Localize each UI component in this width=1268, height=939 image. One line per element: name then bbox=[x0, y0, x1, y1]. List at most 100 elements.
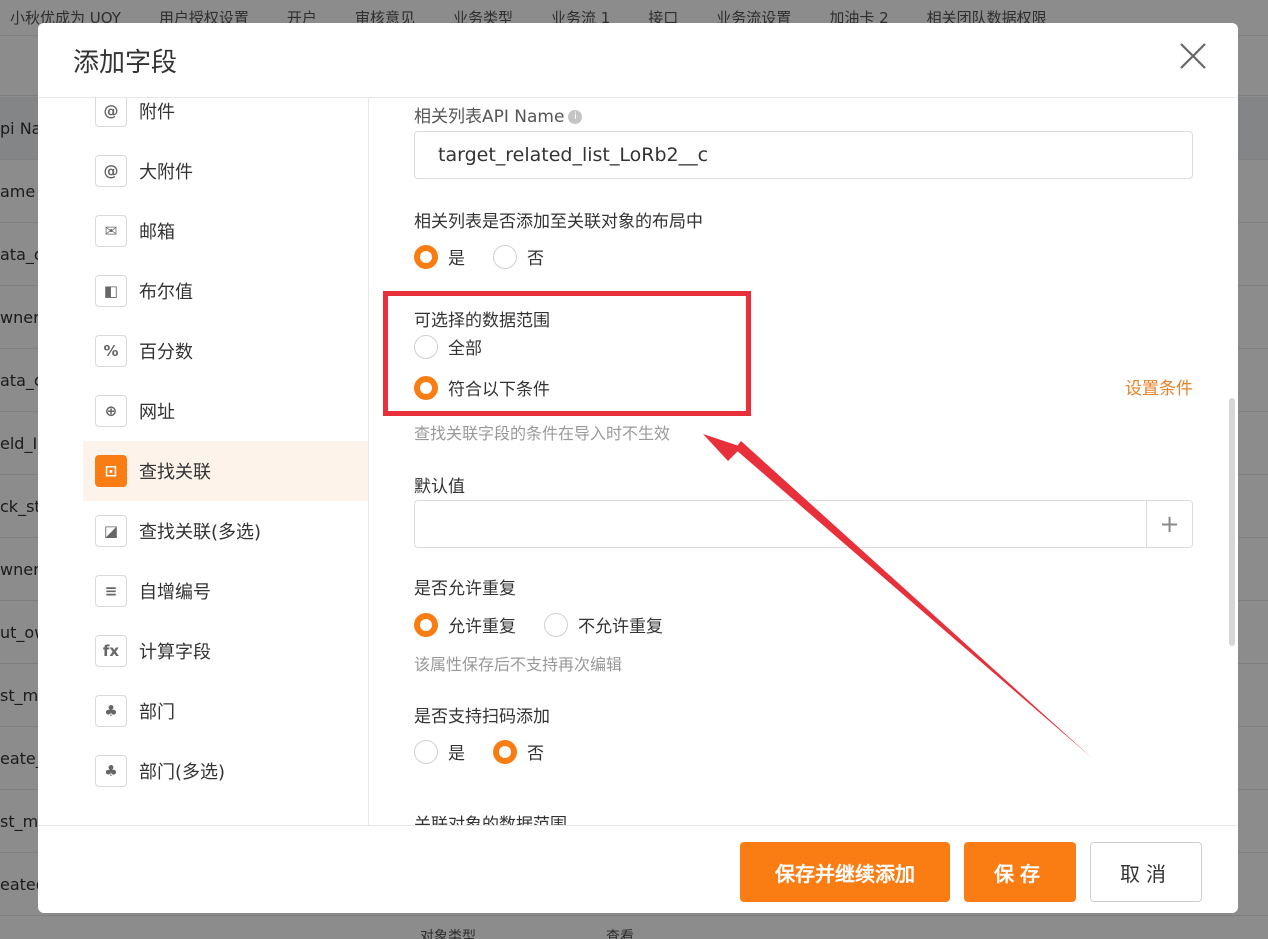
sidebar-item-label: 网址 bbox=[139, 402, 175, 423]
sidebar-item-lookup-multi[interactable]: ◪ 查找关联(多选) bbox=[83, 501, 368, 561]
icon-glyph: ♣ bbox=[104, 701, 118, 720]
email-icon: ✉ bbox=[95, 215, 127, 247]
radio-checked[interactable] bbox=[414, 375, 438, 400]
default-value-input[interactable]: + bbox=[414, 500, 1193, 548]
radio-label: 否 bbox=[527, 744, 544, 764]
sidebar-item-department-multi[interactable]: ♣ 部门(多选) bbox=[83, 741, 368, 801]
sidebar-item-percent[interactable]: % 百分数 bbox=[83, 321, 368, 381]
add-to-layout-label: 相关列表是否添加至关联对象的布局中 bbox=[414, 212, 703, 232]
sidebar-item-label: 部门 bbox=[139, 702, 175, 723]
formula-icon: fx bbox=[95, 635, 127, 667]
radio-label: 是 bbox=[448, 744, 465, 764]
radio-label: 不允许重复 bbox=[578, 617, 663, 637]
sidebar-item-email[interactable]: ✉ 邮箱 bbox=[83, 201, 368, 261]
sidebar-item-large-attachment[interactable]: @ 大附件 bbox=[83, 141, 368, 201]
icon-glyph: ✉ bbox=[104, 221, 118, 240]
modal-title: 添加字段 bbox=[73, 47, 178, 78]
close-icon[interactable] bbox=[1178, 41, 1208, 71]
radio-unchecked[interactable] bbox=[414, 739, 438, 764]
icon-glyph: fx bbox=[102, 641, 120, 660]
icon-glyph: ≡ bbox=[104, 581, 118, 600]
attachment-icon: @ bbox=[95, 98, 127, 127]
icon-glyph: @ bbox=[103, 101, 119, 120]
icon-glyph: ⊕ bbox=[104, 401, 118, 420]
sidebar-item-attachment[interactable]: @ 附件 bbox=[83, 98, 368, 141]
scrollbar[interactable] bbox=[1229, 398, 1235, 646]
sidebar-item-label: 附件 bbox=[139, 102, 175, 123]
data-range-all[interactable]: 全部 bbox=[414, 334, 482, 359]
radio-checked[interactable] bbox=[493, 739, 517, 764]
radio-label: 符合以下条件 bbox=[448, 380, 550, 400]
field-settings-panel[interactable]: 相关列表API Name i target_related_list_LoRb2_… bbox=[369, 98, 1238, 825]
radio-checked[interactable] bbox=[414, 244, 438, 269]
icon-glyph: ♣ bbox=[104, 761, 118, 780]
radio-label: 是 bbox=[448, 249, 465, 269]
department-icon: ♣ bbox=[95, 695, 127, 727]
scan-add-label: 是否支持扫码添加 bbox=[414, 707, 550, 727]
sidebar-item-boolean[interactable]: ◧ 布尔值 bbox=[83, 261, 368, 321]
data-range-all-row: 全部 bbox=[414, 334, 510, 359]
save-button[interactable]: 保存 bbox=[964, 842, 1076, 902]
allow-duplicate-hint: 该属性保存后不支持再次编辑 bbox=[414, 655, 623, 674]
lookup-icon: ⊡ bbox=[95, 455, 127, 487]
api-name-value: target_related_list_LoRb2__c bbox=[438, 144, 709, 166]
add-to-layout-radio-group: 是 否 bbox=[414, 244, 572, 269]
data-range-condition-row: 符合以下条件 bbox=[414, 375, 578, 400]
cancel-button[interactable]: 取消 bbox=[1090, 842, 1202, 902]
sidebar-item-globe[interactable]: ⊕ 网址 bbox=[83, 381, 368, 441]
sidebar-item-label: 邮箱 bbox=[139, 222, 175, 243]
allow-duplicate-label: 是否允许重复 bbox=[414, 579, 516, 599]
large-attachment-icon: @ bbox=[95, 155, 127, 187]
default-value-label: 默认值 bbox=[414, 477, 465, 497]
radio-label: 允许重复 bbox=[448, 617, 516, 637]
radio-checked[interactable] bbox=[414, 612, 438, 637]
field-type-sidebar[interactable]: @ 附件 @ 大附件 ✉ 邮箱 ◧ 布尔值% 百分数 ⊕ 网址 ⊡ 查找关联 ◪ 查找关联(多选) ≡ 自增编号… bbox=[38, 98, 369, 825]
sidebar-item-label: 大附件 bbox=[139, 162, 193, 183]
data-range-condition[interactable]: 符合以下条件 bbox=[414, 375, 550, 400]
add-field-modal: 添加字段 @ 附件 @ 大附件 ✉ 邮箱 ◧ 布尔值% 百分数 ⊕ 网址 ⊡ 查找关联 ◪ 查找关联(多选)… bbox=[38, 23, 1238, 913]
icon-glyph: ◪ bbox=[103, 521, 119, 540]
save-and-continue-button[interactable]: 保存并继续添加 bbox=[740, 842, 950, 902]
allow-duplicate-no[interactable]: 不允许重复 bbox=[544, 612, 663, 637]
percent-icon: % bbox=[95, 335, 127, 367]
sidebar-item-label: 自增编号 bbox=[139, 582, 211, 603]
api-name-label: 相关列表API Name i bbox=[414, 102, 583, 127]
sidebar-item-lookup[interactable]: ⊡ 查找关联 bbox=[83, 441, 368, 501]
radio-unchecked[interactable] bbox=[544, 612, 568, 637]
sidebar-item-label: 查找关联(多选) bbox=[139, 522, 262, 543]
sidebar-item-label: 百分数 bbox=[139, 342, 193, 363]
radio-unchecked[interactable] bbox=[414, 334, 438, 359]
sidebar-item-label: 查找关联 bbox=[139, 462, 211, 483]
icon-glyph: ◧ bbox=[103, 281, 119, 300]
add-default-button[interactable]: + bbox=[1146, 501, 1192, 547]
add-to-layout-yes[interactable]: 是 bbox=[414, 244, 465, 269]
icon-glyph: ⊡ bbox=[104, 461, 118, 480]
related-scope-label: 关联对象的数据范围 bbox=[414, 815, 567, 825]
icon-glyph: % bbox=[103, 341, 119, 360]
scan-add-yes[interactable]: 是 bbox=[414, 739, 465, 764]
sidebar-item-department[interactable]: ♣ 部门 bbox=[83, 681, 368, 741]
sidebar-item-label: 部门(多选) bbox=[139, 762, 226, 783]
modal-header: 添加字段 bbox=[38, 23, 1238, 98]
icon-glyph: @ bbox=[103, 161, 119, 180]
sidebar-item-formula[interactable]: fx 计算字段 bbox=[83, 621, 368, 681]
department-multi-icon: ♣ bbox=[95, 755, 127, 787]
set-condition-link[interactable]: 设置条件 bbox=[1125, 374, 1193, 399]
allow-duplicate-yes[interactable]: 允许重复 bbox=[414, 612, 516, 637]
modal-body: @ 附件 @ 大附件 ✉ 邮箱 ◧ 布尔值% 百分数 ⊕ 网址 ⊡ 查找关联 ◪ 查找关联(多选) ≡ 自增编号… bbox=[38, 98, 1238, 825]
radio-unchecked[interactable] bbox=[493, 244, 517, 269]
sidebar-item-auto-number[interactable]: ≡ 自增编号 bbox=[83, 561, 368, 621]
sidebar-item-label: 布尔值 bbox=[139, 282, 193, 303]
auto-number-icon: ≡ bbox=[95, 575, 127, 607]
globe-icon: ⊕ bbox=[95, 395, 127, 427]
add-to-layout-no[interactable]: 否 bbox=[493, 244, 544, 269]
boolean-icon: ◧ bbox=[95, 275, 127, 307]
scan-add-no[interactable]: 否 bbox=[493, 739, 544, 764]
scan-add-radio-group: 是 否 bbox=[414, 739, 572, 764]
radio-label: 全部 bbox=[448, 339, 482, 359]
api-name-input[interactable]: target_related_list_LoRb2__c bbox=[414, 131, 1193, 179]
allow-duplicate-radio-group: 允许重复 不允许重复 bbox=[414, 612, 691, 637]
data-range-label: 可选择的数据范围 bbox=[414, 311, 550, 331]
field-type-list: @ 附件 @ 大附件 ✉ 邮箱 ◧ 布尔值% 百分数 ⊕ 网址 ⊡ 查找关联 ◪ 查找关联(多选) ≡ 自增编号… bbox=[83, 98, 368, 801]
sidebar-item-label: 计算字段 bbox=[139, 642, 211, 663]
